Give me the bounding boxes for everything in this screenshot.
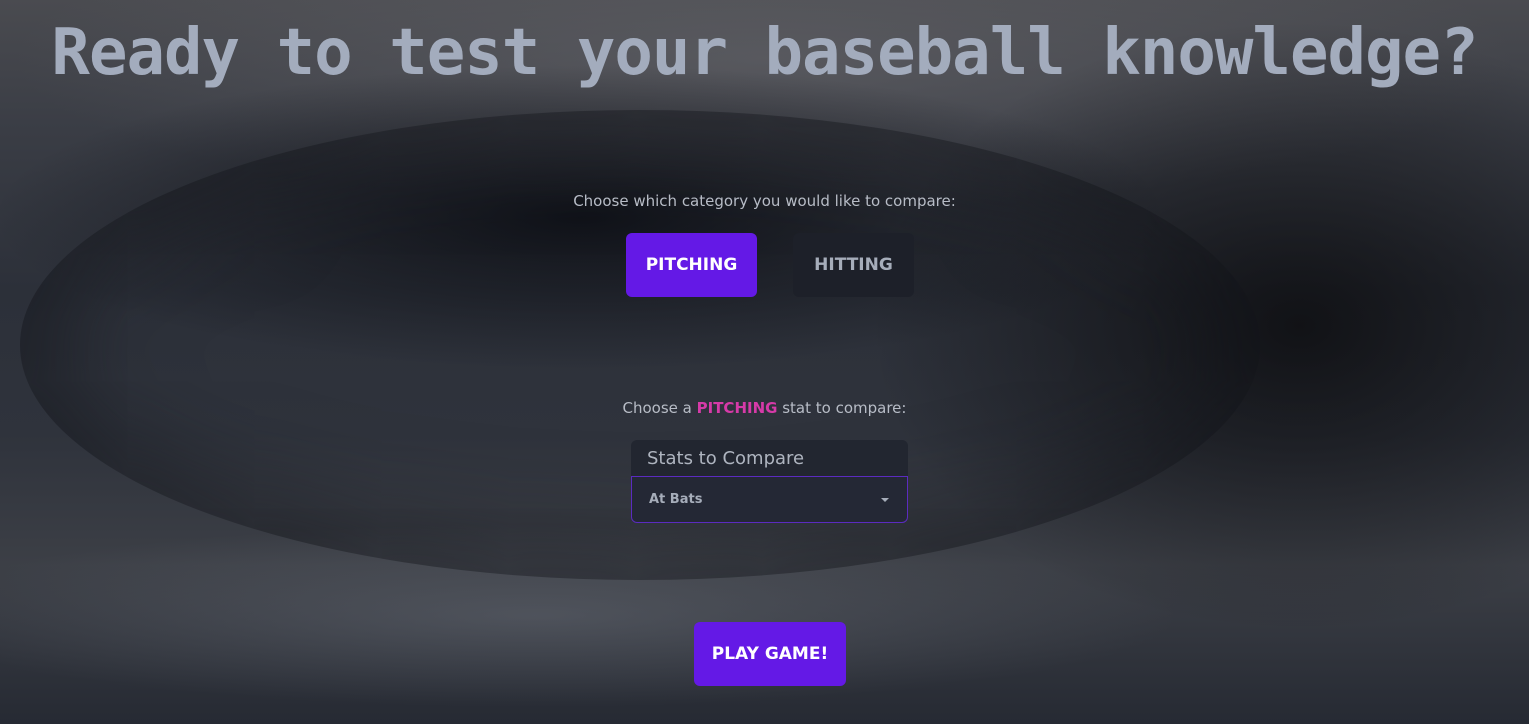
stat-prompt-prefix: Choose a — [622, 399, 697, 417]
stat-select-value: At Bats — [649, 492, 703, 507]
stat-select-group: Stats to Compare At Bats — [631, 440, 908, 523]
stat-select-label: Stats to Compare — [631, 440, 908, 476]
stat-prompt-category: PITCHING — [696, 399, 778, 417]
page-title: Ready to test your baseball knowledge? — [51, 16, 1478, 90]
hitting-button[interactable]: HITTING — [793, 233, 914, 297]
stat-prompt-suffix: stat to compare: — [777, 399, 907, 417]
stat-select[interactable]: At Bats — [631, 476, 908, 523]
play-game-button[interactable]: PLAY GAME! — [694, 622, 846, 686]
pitching-button[interactable]: PITCHING — [626, 233, 757, 297]
stat-prompt: Choose a PITCHING stat to compare: — [0, 399, 1529, 417]
caret-down-icon — [881, 498, 889, 502]
category-prompt: Choose which category you would like to … — [573, 192, 956, 210]
